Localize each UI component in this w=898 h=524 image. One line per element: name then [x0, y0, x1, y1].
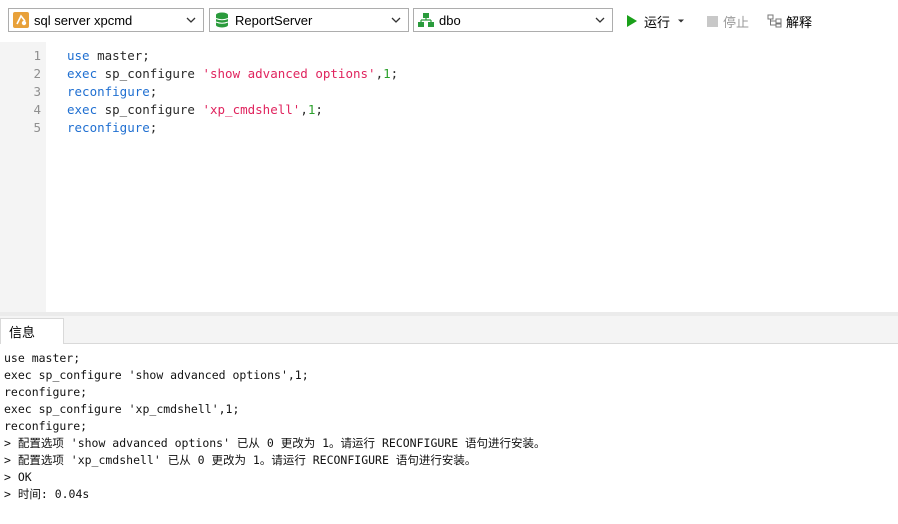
output-tab-bar: 信息	[0, 316, 898, 344]
message-output: use master; exec sp_configure 'show advan…	[4, 349, 546, 502]
code-token: sp_configure	[97, 101, 203, 117]
run-label: 运行	[644, 14, 671, 30]
explain-icon	[767, 14, 782, 28]
caret-down-icon[interactable]	[676, 16, 686, 26]
message-line: > OK	[4, 469, 32, 484]
chevron-down-icon	[391, 17, 401, 23]
code-token: 'show advanced options'	[202, 65, 376, 81]
line-number: 1	[33, 47, 41, 63]
code-token: sp_configure	[97, 65, 203, 81]
line-number: 4	[33, 101, 41, 117]
message-line: exec sp_configure 'show advanced options…	[4, 367, 309, 382]
stop-button[interactable]: 停止	[707, 12, 749, 30]
connection-label: sql server xpcmd	[34, 12, 133, 28]
play-icon	[627, 15, 637, 27]
code-token: reconfigure	[67, 83, 150, 99]
code-token: ,	[300, 101, 308, 117]
message-line: reconfigure;	[4, 418, 88, 433]
line-number: 5	[33, 119, 41, 135]
code-token: 'xp_cmdshell'	[202, 101, 301, 117]
code-line: 3 reconfigure;	[0, 82, 398, 100]
code-token: ;	[390, 65, 399, 81]
code-text: reconfigure;	[67, 120, 157, 135]
code-text: exec sp_configure 'xp_cmdshell',1;	[67, 102, 323, 117]
code-token: ;	[149, 83, 158, 99]
explain-label: 解释	[786, 14, 813, 30]
stop-label: 停止	[723, 14, 750, 30]
code-token: exec	[67, 101, 98, 117]
code-token: exec	[67, 65, 98, 81]
code-text: reconfigure;	[67, 84, 157, 99]
run-button[interactable]: 运行	[626, 12, 686, 30]
stop-icon	[707, 15, 718, 27]
code-token: ;	[315, 101, 323, 117]
code-lines: 1 use master; 2 exec sp_configure 'show adv…	[0, 46, 398, 136]
message-line: exec sp_configure 'xp_cmdshell',1;	[4, 401, 240, 416]
sql-editor[interactable]: 1 use master; 2 exec sp_configure 'show adv…	[0, 42, 898, 312]
chevron-down-icon	[595, 17, 605, 23]
code-token: master;	[89, 47, 150, 63]
code-token: use	[67, 47, 90, 63]
chevron-down-icon	[186, 17, 196, 23]
message-line: > 配置选项 'show advanced options' 已从 0 更改为 …	[4, 435, 546, 450]
line-number: 3	[33, 83, 41, 99]
code-text: use master;	[67, 48, 150, 63]
message-line: use master;	[4, 350, 81, 365]
code-line: 5 reconfigure;	[0, 118, 398, 136]
code-token: reconfigure	[67, 119, 150, 135]
code-token: ;	[149, 119, 158, 135]
schema-label: dbo	[439, 12, 461, 28]
schema-select[interactable]: dbo	[413, 8, 613, 32]
schema-icon	[417, 11, 435, 29]
message-line: > 时间: 0.04s	[4, 486, 90, 501]
message-line: reconfigure;	[4, 384, 88, 399]
code-line: 1 use master;	[0, 46, 398, 64]
database-label: ReportServer	[235, 12, 313, 28]
code-text: exec sp_configure 'show advanced options…	[67, 66, 398, 81]
tab-info-label: 信息	[9, 325, 36, 340]
code-line: 2 exec sp_configure 'show advanced option…	[0, 64, 398, 82]
line-number: 2	[33, 65, 41, 81]
code-line: 4 exec sp_configure 'xp_cmdshell',1;	[0, 100, 398, 118]
database-select[interactable]: ReportServer	[209, 8, 409, 32]
connection-select[interactable]: sql server xpcmd	[8, 8, 204, 32]
explain-button[interactable]: 解释	[767, 12, 812, 30]
toolbar: sql server xpcmd ReportServer dbo 运行 停止 …	[0, 0, 898, 42]
message-line: > 配置选项 'xp_cmdshell' 已从 0 更改为 1。请运行 RECO…	[4, 452, 477, 467]
database-icon	[213, 11, 231, 29]
connection-icon	[12, 11, 30, 29]
code-token: ,	[375, 65, 384, 81]
code-token: 1	[383, 65, 391, 81]
tab-info[interactable]: 信息	[0, 318, 64, 344]
